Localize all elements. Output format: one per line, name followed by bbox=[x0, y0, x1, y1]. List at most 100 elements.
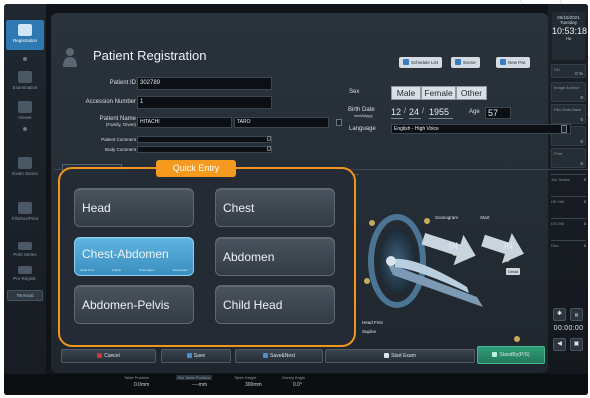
chevron-down-icon[interactable] bbox=[267, 136, 271, 141]
patient-head bbox=[386, 256, 396, 266]
status-hd-net: HD Net 0 bbox=[551, 196, 586, 204]
protocol-child-head-button[interactable]: Child Head bbox=[215, 285, 335, 324]
nav-exam-series[interactable]: Exam Series bbox=[6, 154, 44, 180]
new-patient-icon bbox=[500, 59, 506, 65]
scene-icon bbox=[455, 59, 461, 65]
table-position-value: 0.0mm bbox=[134, 382, 150, 388]
nav-examination[interactable]: Examination bbox=[6, 68, 44, 94]
patient-icon bbox=[63, 48, 77, 67]
accession-field[interactable]: 1 bbox=[137, 96, 272, 109]
orientation-label: Head First bbox=[362, 320, 383, 325]
sex-male-button[interactable]: Male bbox=[391, 86, 421, 100]
examination-icon bbox=[18, 71, 32, 83]
status-hu: HU 0 % bbox=[551, 64, 586, 78]
auto-icon[interactable]: ▤ bbox=[570, 308, 583, 321]
language-select[interactable]: English - High Voice bbox=[391, 124, 571, 134]
body-comment-label: Body Comment bbox=[104, 147, 136, 152]
age-field[interactable]: 57 bbox=[485, 107, 511, 119]
language-label: Language bbox=[349, 126, 376, 132]
birth-month-field[interactable]: 12 bbox=[391, 107, 403, 119]
start-in-label: IN bbox=[504, 241, 513, 251]
registration-icon bbox=[18, 24, 32, 36]
pre-registration-icon bbox=[18, 266, 32, 274]
patient-name-label: Patient Name (Family, Given) bbox=[99, 116, 136, 127]
birth-date-label: Birth Date bbox=[348, 107, 375, 113]
start-exam-button[interactable]: Start Exam bbox=[325, 349, 475, 363]
table-height-value: 300mm bbox=[245, 382, 262, 388]
protocol-details: Head First Supine Scanogram Scanogram bbox=[80, 268, 188, 272]
scene-button[interactable]: Scene bbox=[451, 57, 480, 68]
exam-timer: 00:00:00 bbox=[553, 325, 584, 332]
given-name-field[interactable]: TARO bbox=[234, 117, 329, 128]
schedule-list-button[interactable]: Schedule List bbox=[399, 57, 443, 68]
date-separator: / bbox=[404, 108, 406, 115]
birth-day-field[interactable]: 24 bbox=[409, 107, 421, 119]
ct-console-screen: Registration Examination Viewer Exam Ser… bbox=[4, 4, 588, 395]
save-button[interactable]: Save bbox=[161, 349, 231, 363]
table-position-label: Table Position bbox=[124, 375, 149, 380]
day-text: Tuesday bbox=[559, 20, 578, 25]
position-marker bbox=[364, 278, 370, 284]
gantry-angle-value: 0.0° bbox=[293, 382, 302, 388]
standby-button[interactable]: StandBy(P/S) bbox=[477, 346, 545, 364]
status-print: Print 0 bbox=[551, 148, 586, 168]
position-marker bbox=[369, 220, 375, 226]
new-patient-button[interactable]: New Pat. bbox=[496, 57, 531, 68]
date-separator: / bbox=[422, 108, 424, 115]
list-icon bbox=[403, 59, 409, 65]
quick-entry-panel: Head Chest Chest-Abdomen Head First Supi… bbox=[58, 167, 356, 347]
scanogram-in-label: IN bbox=[449, 241, 458, 251]
status-image-archive: Image Archive 0 bbox=[551, 82, 586, 102]
birth-year-field[interactable]: 1955 bbox=[429, 107, 453, 119]
terminal-button[interactable]: Terminal bbox=[7, 290, 43, 301]
status-film-database: Film Data Base 0 bbox=[551, 104, 586, 124]
nav-registration[interactable]: Registration bbox=[6, 20, 44, 50]
birth-format-hint: mm/dd/yyyy bbox=[354, 114, 373, 118]
nav-filmbox[interactable]: Filmbox/Print bbox=[6, 199, 44, 225]
sex-other-button[interactable]: Other bbox=[456, 86, 487, 100]
nav-print-series[interactable]: Print Series bbox=[6, 240, 44, 260]
speaker-icon[interactable]: ◀ bbox=[553, 338, 566, 351]
viewer-icon bbox=[18, 101, 32, 113]
hu-text: Hu bbox=[565, 36, 572, 41]
record-icon[interactable]: ▣ bbox=[570, 338, 583, 351]
age-label: Age bbox=[469, 109, 480, 115]
chevron-down-icon[interactable] bbox=[267, 146, 271, 151]
nav-separator-dot bbox=[23, 127, 27, 131]
name-picker-icon[interactable] bbox=[336, 119, 342, 126]
gear-icon[interactable]: ✱ bbox=[553, 308, 566, 321]
page-title: Patient Registration bbox=[93, 48, 207, 63]
save-next-button[interactable]: Save&Next bbox=[235, 349, 323, 363]
cancel-button[interactable]: Cancel bbox=[61, 349, 156, 363]
patient-comment-label: Patient Comment bbox=[101, 137, 136, 142]
protocol-abdomen-button[interactable]: Abdomen bbox=[215, 237, 335, 276]
position-marker bbox=[514, 336, 520, 342]
protocol-head-button[interactable]: Head bbox=[74, 188, 194, 227]
nav-viewer[interactable]: Viewer bbox=[6, 98, 44, 124]
start-label: Start bbox=[480, 215, 490, 220]
protocol-abdomen-pelvis-button[interactable]: Abdomen-Pelvis bbox=[74, 285, 194, 324]
patient-comment-field[interactable] bbox=[137, 136, 272, 143]
protocol-chest-abdomen-button[interactable]: Chest-Abdomen Head First Supine Scanogra… bbox=[74, 237, 194, 276]
chevron-down-icon[interactable] bbox=[561, 125, 567, 133]
protocol-chest-button[interactable]: Chest bbox=[215, 188, 335, 227]
detail-button[interactable]: Detail bbox=[506, 268, 521, 275]
family-name-field[interactable]: HITACHI bbox=[137, 117, 232, 128]
standby-icon bbox=[492, 352, 498, 357]
posture-label: Supine bbox=[362, 329, 377, 334]
exam-series-icon bbox=[18, 157, 32, 169]
body-comment-field[interactable] bbox=[137, 146, 272, 153]
sex-female-button[interactable]: Female bbox=[421, 86, 456, 100]
scanogram-label: Scanogram bbox=[435, 215, 459, 220]
status-disc: Disc 0 bbox=[551, 240, 586, 248]
rel-table-value: ----mm bbox=[192, 382, 207, 388]
nav-pre-registration[interactable]: Pre Registr. bbox=[6, 264, 44, 284]
rel-table-label: Rel Table Position bbox=[176, 375, 212, 380]
right-status-rail: 06/15/2021 Tuesday 10:53:18 Hu HU 0 % Im… bbox=[548, 4, 588, 395]
patient-id-field[interactable]: 302789 bbox=[137, 77, 272, 90]
sex-label: Sex bbox=[349, 89, 360, 95]
start-exam-icon bbox=[384, 353, 390, 358]
status-dicom: DICOM 0 bbox=[551, 218, 586, 226]
filmbox-icon bbox=[18, 202, 32, 214]
save-next-icon bbox=[262, 353, 268, 358]
